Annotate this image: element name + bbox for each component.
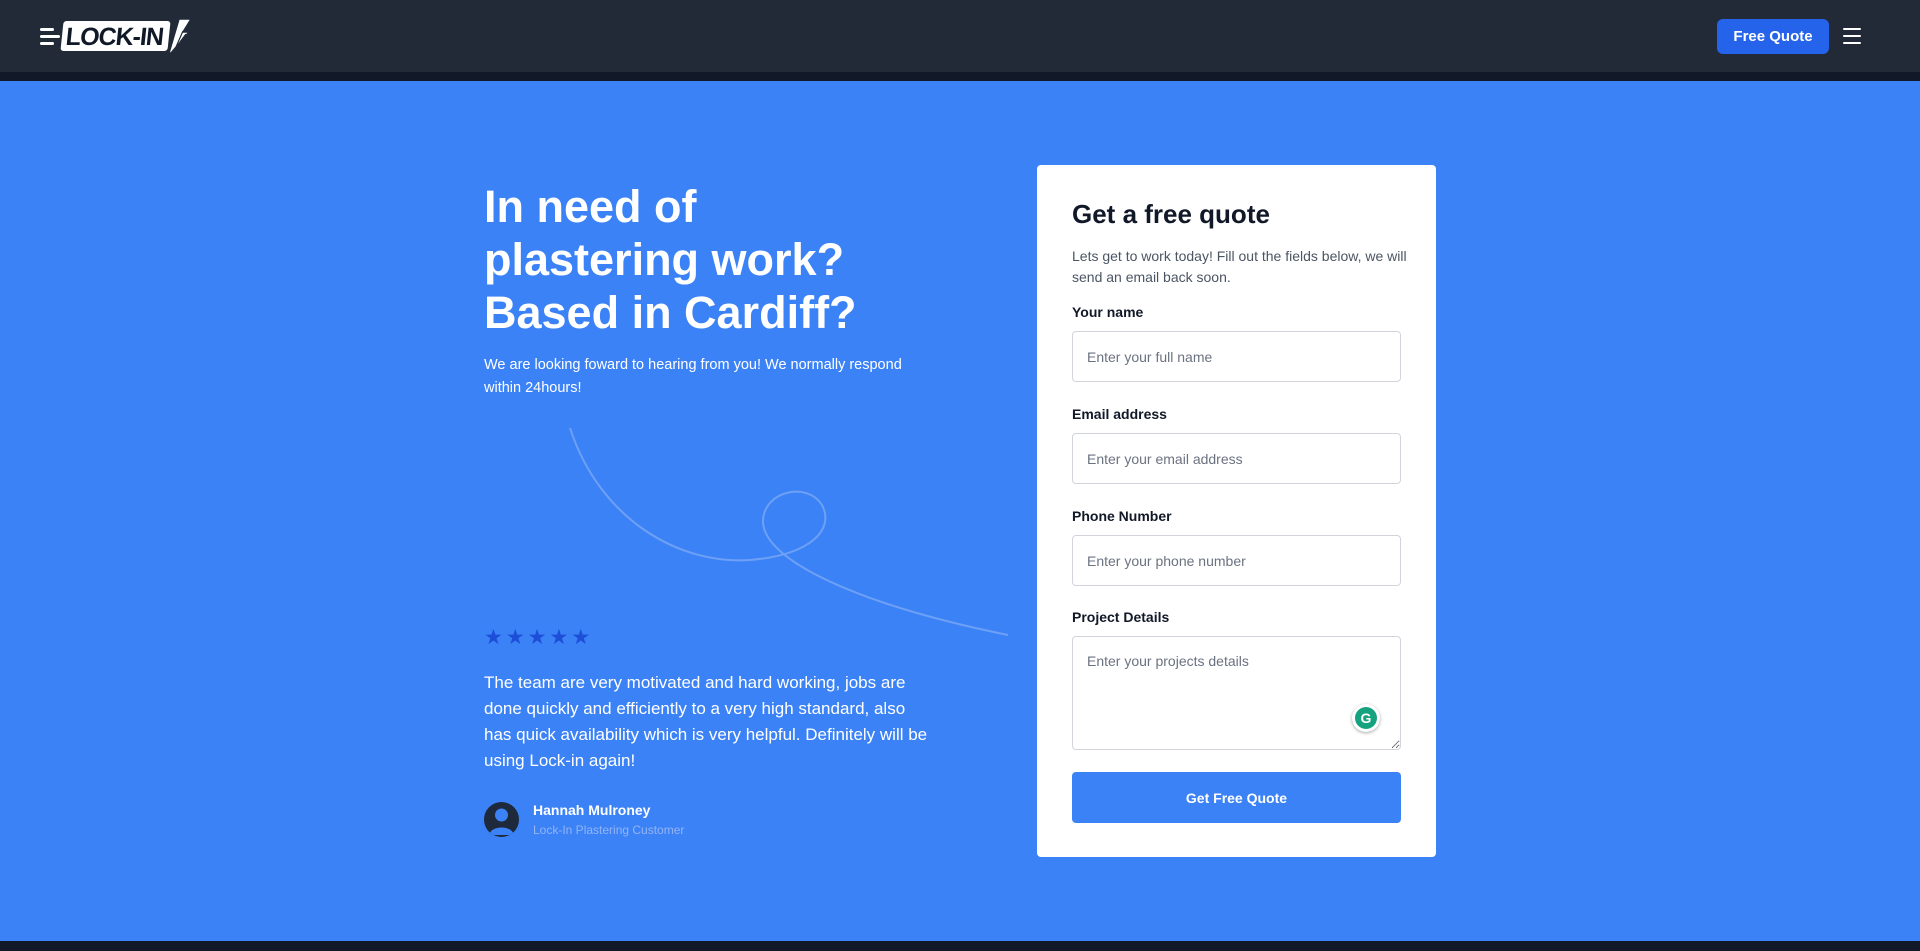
project-details-textarea[interactable] — [1072, 636, 1401, 750]
hamburger-icon[interactable] — [1843, 28, 1861, 44]
quote-form-card: Get a free quote Lets get to work today!… — [1037, 165, 1436, 857]
star-icon: ★ — [571, 626, 591, 649]
user-icon — [489, 808, 514, 835]
name-input[interactable] — [1072, 331, 1401, 382]
footer-strip — [0, 941, 1920, 951]
navbar: LOCK-IN Free Quote — [0, 0, 1920, 72]
name-label: Your name — [1072, 304, 1144, 320]
hero-title: In need of plastering work? Based in Car… — [484, 181, 857, 338]
phone-label: Phone Number — [1072, 508, 1172, 524]
star-icon: ★ — [505, 626, 525, 649]
avatar — [484, 802, 519, 837]
grammarly-icon[interactable]: G — [1352, 704, 1380, 732]
star-icon: ★ — [527, 626, 547, 649]
star-icon: ★ — [549, 626, 569, 649]
details-label: Project Details — [1072, 609, 1170, 625]
form-subtitle: Lets get to work today! Fill out the fie… — [1072, 248, 1407, 285]
get-free-quote-button[interactable]: Get Free Quote — [1072, 772, 1401, 823]
reviewer-name: Hannah Mulroney — [533, 802, 651, 818]
star-icon: ★ — [484, 626, 503, 649]
decorative-squiggle — [569, 427, 1009, 636]
speed-lines-icon — [40, 27, 60, 45]
navbar-divider — [0, 72, 1920, 81]
testimonial-quote: The team are very motivated and hard wor… — [484, 673, 928, 770]
email-label: Email address — [1072, 406, 1167, 422]
reviewer-role: Lock-In Plastering Customer — [533, 823, 685, 837]
brand-logo[interactable]: LOCK-IN — [40, 17, 193, 55]
phone-input[interactable] — [1072, 535, 1401, 586]
rating-stars: ★ ★ ★ ★ ★ — [484, 627, 590, 648]
free-quote-button[interactable]: Free Quote — [1717, 19, 1829, 54]
hero-subtitle: We are looking foward to hearing from yo… — [484, 357, 902, 396]
logo-text: LOCK-IN — [60, 21, 171, 51]
email-input[interactable] — [1072, 433, 1401, 484]
form-title: Get a free quote — [1072, 199, 1270, 229]
